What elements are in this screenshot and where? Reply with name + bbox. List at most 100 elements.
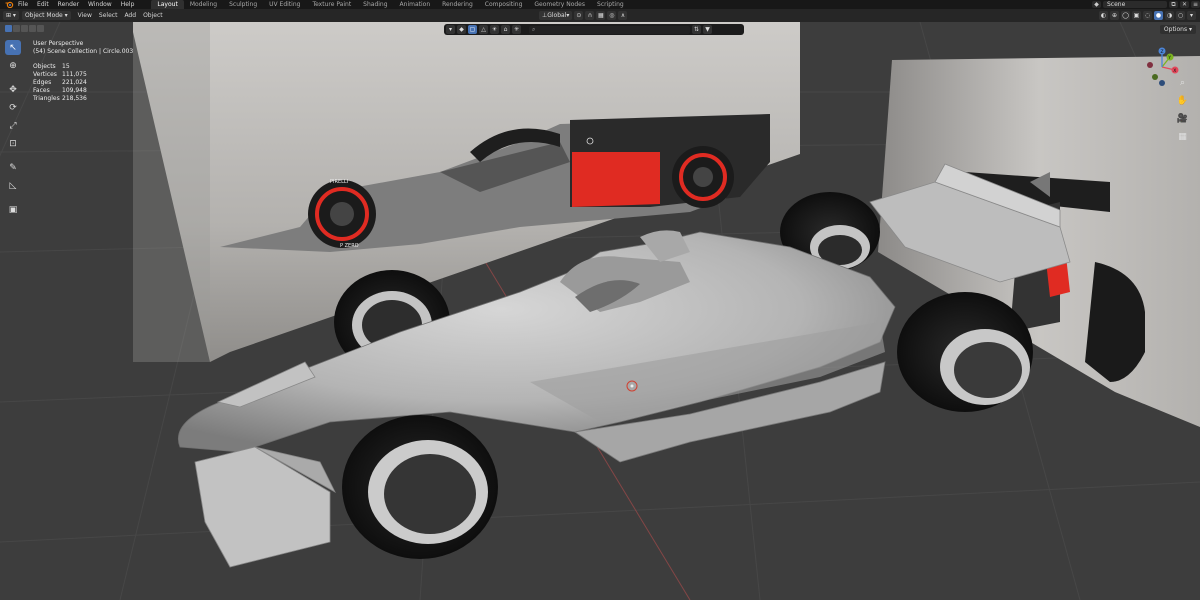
object-filter-icon[interactable]: ◆ bbox=[457, 25, 466, 34]
workspace-tabs: Layout Modeling Sculpting UV Editing Tex… bbox=[151, 0, 629, 9]
tab-scripting[interactable]: Scripting bbox=[591, 0, 630, 9]
select-visible-icon[interactable]: ▢ bbox=[468, 25, 477, 34]
viewport-filter-strip: ▾ ◆ ▢ △ ☀ ⌂ ✳ ⌕ ⇅ ▼ bbox=[444, 24, 744, 35]
camera-filter-icon[interactable]: ⌂ bbox=[501, 25, 510, 34]
show-gizmo-icon[interactable]: ⊕ bbox=[1110, 11, 1119, 20]
mesh-filter-icon[interactable]: △ bbox=[479, 25, 488, 34]
filter-funnel-icon[interactable]: ▼ bbox=[703, 25, 712, 34]
view-name: User Perspective bbox=[33, 40, 84, 47]
perspective-toggle-icon[interactable]: ▦ bbox=[1177, 131, 1188, 142]
mode-label: Object Mode bbox=[24, 12, 63, 19]
transform-tool-icon[interactable]: ⊡ bbox=[5, 136, 21, 151]
zoom-icon[interactable]: ⌕ bbox=[1177, 77, 1188, 88]
shading-material-icon[interactable]: ◑ bbox=[1165, 11, 1174, 20]
reference-tyre-text: P ZERO bbox=[340, 243, 359, 249]
tab-uv-editing[interactable]: UV Editing bbox=[263, 0, 306, 9]
gizmo-x-label: X bbox=[1173, 68, 1176, 74]
stat-faces: Faces 109,948 bbox=[33, 87, 87, 94]
viewport-info-overlay: User Perspective (54) Scene Collection |… bbox=[33, 40, 133, 103]
options-button[interactable]: Options ▾ bbox=[1159, 25, 1196, 34]
menu-edit[interactable]: Edit bbox=[37, 1, 49, 8]
light-filter-icon[interactable]: ☀ bbox=[490, 25, 499, 34]
menu-window[interactable]: Window bbox=[88, 1, 112, 8]
collection-info: (54) Scene Collection | Circle.003 bbox=[33, 48, 134, 55]
xray-icon[interactable]: ▣ bbox=[1132, 11, 1141, 20]
shading-rendered-icon[interactable]: ○ bbox=[1176, 11, 1185, 20]
rotate-tool-icon[interactable]: ⟳ bbox=[5, 100, 21, 115]
tab-sculpting[interactable]: Sculpting bbox=[223, 0, 263, 9]
tool-shelf: ↖ ⊕ ✥ ⟳ ⤢ ⊡ ✎ ◺ ▣ bbox=[5, 40, 21, 220]
select-extend-icon[interactable] bbox=[13, 25, 20, 32]
tab-modeling[interactable]: Modeling bbox=[184, 0, 223, 9]
camera-view-icon[interactable]: 🎥 bbox=[1177, 113, 1188, 124]
shading-options-icon[interactable]: ▾ bbox=[1187, 11, 1196, 20]
statistics: Objects 15 Vertices 111,075 Edges 221,024 F… bbox=[33, 63, 133, 103]
pivot-point-icon[interactable]: ⊙ bbox=[574, 11, 584, 20]
menu-object[interactable]: Object bbox=[143, 12, 163, 19]
snap-icon[interactable]: ∩ bbox=[585, 11, 595, 20]
sort-icon[interactable]: ⇅ bbox=[692, 25, 701, 34]
annotate-tool-icon[interactable]: ✎ bbox=[5, 160, 21, 175]
empty-filter-icon[interactable]: ✳ bbox=[512, 25, 521, 34]
model-front-right-wheel bbox=[342, 415, 498, 559]
view-layer-icon[interactable]: ≡ bbox=[1191, 1, 1200, 8]
model-rear-right-wheel bbox=[897, 292, 1033, 412]
navigation-gizmo[interactable]: X Y Z bbox=[1142, 47, 1182, 87]
menu-help[interactable]: Help bbox=[121, 1, 135, 8]
gizmo-y-label: Y bbox=[1167, 55, 1171, 61]
viewport-scene: PIRELLI P ZERO bbox=[0, 22, 1200, 600]
tab-shading[interactable]: Shading bbox=[357, 0, 393, 9]
cursor-tool-icon[interactable]: ⊕ bbox=[5, 58, 21, 73]
snap-target-icon[interactable]: ▦ bbox=[596, 11, 606, 20]
falloff-icon[interactable]: ∧ bbox=[618, 11, 628, 20]
scene-selector-area: ◆ Scene ⧉ ✕ ≡ bbox=[1090, 0, 1200, 9]
object-types-visibility-icon[interactable]: ◐ bbox=[1099, 11, 1108, 20]
blender-logo-icon[interactable] bbox=[4, 1, 14, 8]
tab-rendering[interactable]: Rendering bbox=[436, 0, 479, 9]
move-tool-icon[interactable]: ✥ bbox=[5, 82, 21, 97]
proportional-edit-icon[interactable]: ◎ bbox=[607, 11, 617, 20]
add-cube-tool-icon[interactable]: ▣ bbox=[5, 202, 21, 217]
tab-geometry-nodes[interactable]: Geometry Nodes bbox=[528, 0, 591, 9]
menu-render[interactable]: Render bbox=[58, 1, 79, 8]
tab-texture-paint[interactable]: Texture Paint bbox=[306, 0, 357, 9]
search-input[interactable]: ⌕ bbox=[529, 25, 690, 34]
view-filter-icon[interactable]: ▾ bbox=[446, 25, 455, 34]
stat-edges: Edges 221,024 bbox=[33, 79, 87, 86]
editor-type-button[interactable]: ⊞ ▾ bbox=[3, 11, 19, 20]
menu-add[interactable]: Add bbox=[124, 12, 136, 19]
select-invert-icon[interactable] bbox=[29, 25, 36, 32]
select-box-icon[interactable]: ↖ bbox=[5, 40, 21, 55]
orientation-label: Global bbox=[547, 12, 567, 19]
gizmo-z-label: Z bbox=[1161, 49, 1164, 55]
shading-wireframe-icon[interactable]: ◌ bbox=[1143, 11, 1152, 20]
transform-orientation-dropdown[interactable]: ⊥ Global ▾ bbox=[539, 11, 573, 20]
3d-viewport[interactable]: PIRELLI P ZERO ↖ ⊕ ✥ ⟳ ⤢ ⊡ ✎ ◺ ▣ User Pe… bbox=[0, 22, 1200, 600]
select-subtract-icon[interactable] bbox=[21, 25, 28, 32]
scene-type-icon[interactable]: ◆ bbox=[1092, 1, 1101, 8]
viewport-nav-buttons: ⌕ ✋ 🎥 ▦ bbox=[1177, 77, 1188, 149]
new-scene-icon[interactable]: ⧉ bbox=[1169, 1, 1178, 8]
tab-layout[interactable]: Layout bbox=[151, 0, 184, 9]
select-new-icon[interactable] bbox=[5, 25, 12, 32]
tab-compositing[interactable]: Compositing bbox=[479, 0, 529, 9]
scene-name-field[interactable]: Scene bbox=[1103, 1, 1167, 8]
transform-group: ⊥ Global ▾ ⊙ ∩ ▦ ◎ ∧ bbox=[536, 11, 628, 20]
menu-view[interactable]: View bbox=[78, 12, 92, 19]
tab-animation[interactable]: Animation bbox=[394, 0, 437, 9]
select-intersect-icon[interactable] bbox=[37, 25, 44, 32]
menu-select[interactable]: Select bbox=[99, 12, 118, 19]
delete-scene-icon[interactable]: ✕ bbox=[1180, 1, 1189, 8]
measure-tool-icon[interactable]: ◺ bbox=[5, 178, 21, 193]
show-overlays-icon[interactable]: ◯ bbox=[1121, 11, 1130, 20]
options-label: Options bbox=[1163, 26, 1188, 33]
shading-solid-icon[interactable]: ● bbox=[1154, 11, 1163, 20]
viewport-header: ⊞ ▾ Object Mode ▾ View Select Add Object… bbox=[0, 9, 1200, 22]
pan-hand-icon[interactable]: ✋ bbox=[1177, 95, 1188, 106]
selection-mode-group bbox=[5, 25, 45, 32]
mode-dropdown[interactable]: Object Mode ▾ bbox=[21, 11, 71, 20]
stat-vertices: Vertices 111,075 bbox=[33, 71, 87, 78]
menu-file[interactable]: File bbox=[18, 1, 28, 8]
scale-tool-icon[interactable]: ⤢ bbox=[5, 118, 21, 133]
right-header-group: ◐ ⊕ ◯ ▣ ◌ ● ◑ ○ ▾ bbox=[1097, 11, 1196, 20]
